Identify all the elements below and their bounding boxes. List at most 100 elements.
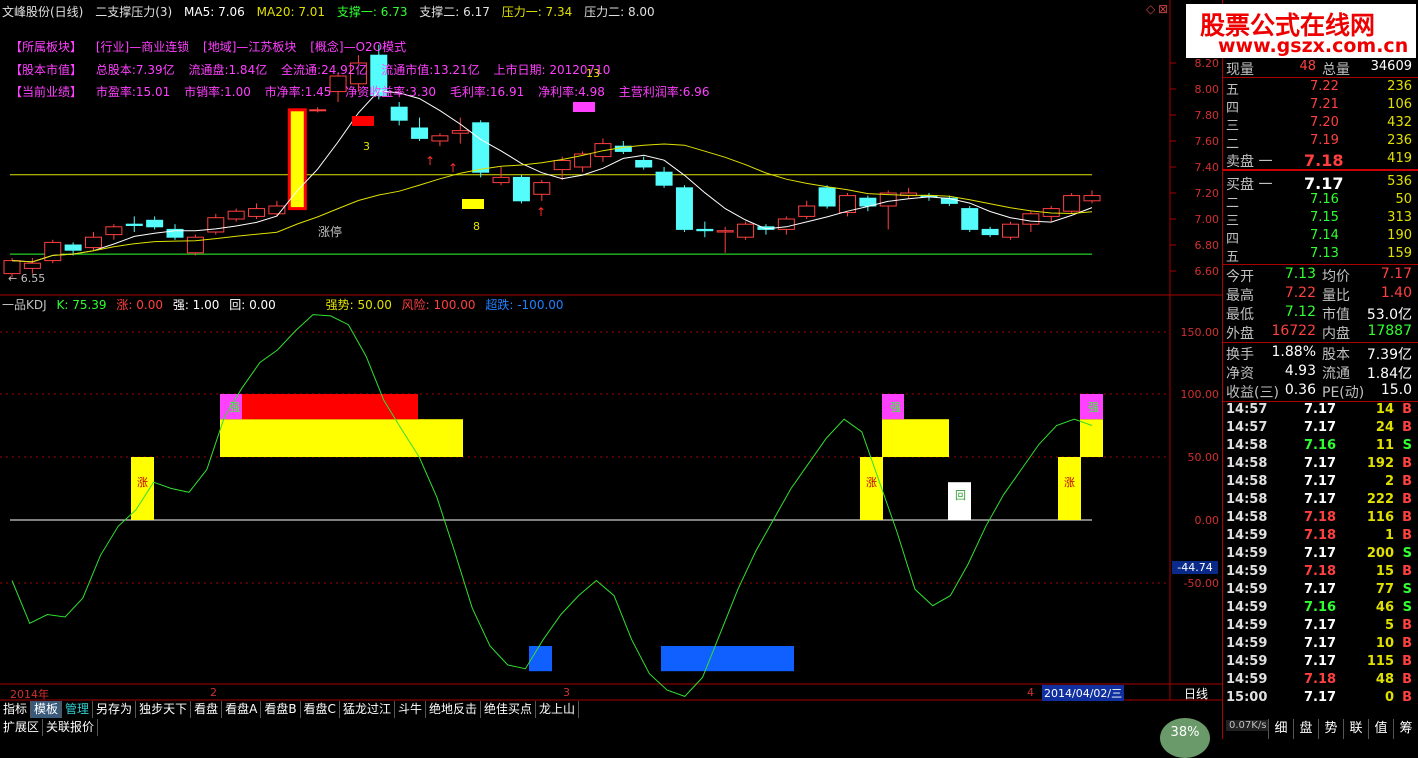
candle-body (411, 127, 429, 139)
chart-area[interactable]: ↑ ↑ ↑ 文峰股份(日线) 二支撑压力(3) MA5: 7.06 MA20: 7.… (0, 0, 1222, 739)
tick-row[interactable]: 14:57 7.17 24 B (1224, 420, 1416, 438)
stats-row: 外盘 16722 内盘 17887 (1224, 323, 1416, 342)
kdj-axis-label: 150.00 (1180, 326, 1220, 339)
kdj-fengxian: 风险: 100.00 (401, 298, 476, 312)
candle-body (737, 223, 755, 238)
tick-row[interactable]: 14:59 7.17 200 S (1224, 546, 1416, 564)
tick-row[interactable]: 14:57 7.17 14 B (1224, 402, 1416, 420)
tick-row[interactable]: 14:59 7.17 10 B (1224, 636, 1416, 654)
tick-time: 14:58 (1226, 438, 1268, 453)
stat-value: 7.12 (1284, 304, 1316, 320)
fund-row: 换手 1.88% 股本 7.39亿 (1224, 344, 1416, 363)
tick-row[interactable]: 14:59 7.18 15 B (1224, 564, 1416, 582)
percent-indicator: 38% (1160, 718, 1210, 758)
kdj-strong-bar (882, 419, 949, 457)
candle-body (818, 187, 836, 207)
tick-price: 7.17 (1304, 690, 1337, 705)
tab-order[interactable]: 盘 (1293, 719, 1318, 739)
tab-chips[interactable]: 筹 (1393, 719, 1418, 739)
tick-row[interactable]: 14:59 7.17 77 S (1224, 582, 1416, 600)
order-price: 7.13 (1310, 246, 1339, 261)
toolbar-button-template-item[interactable]: 独步天下 (136, 701, 192, 718)
tick-volume: 115 (1366, 654, 1394, 669)
tick-time: 14:58 (1226, 492, 1268, 507)
candle-body (309, 109, 327, 112)
toolbar-button-template-item[interactable]: 看盘A (222, 701, 262, 718)
kdj-axis-label: 0.00 (1194, 514, 1220, 527)
order-price: 7.22 (1310, 79, 1339, 94)
info-text: 净资收益率:3.30 (345, 85, 437, 99)
info-row-performance: 【当前业绩】 市盈率:15.01 市销率:1.00 市净率:1.45 净资收益率… (10, 83, 719, 100)
kdj-strong-bar (220, 419, 463, 457)
order-label: 五 (1226, 250, 1240, 265)
toolbar-button-template-item[interactable]: 斗牛 (394, 701, 426, 718)
tick-row[interactable]: 14:59 7.18 48 B (1224, 672, 1416, 690)
count-label-8: 8 (473, 220, 480, 233)
tick-row[interactable]: 14:58 7.18 116 B (1224, 510, 1416, 528)
toolbar-button-template-item[interactable]: 绝地反击 (425, 701, 481, 718)
tab-value[interactable]: 值 (1368, 719, 1393, 739)
zongliang-value: 34609 (1370, 59, 1412, 74)
date-axis-month: 3 (563, 686, 570, 699)
ma5-value: MA5: 7.06 (184, 5, 245, 19)
tick-price: 7.17 (1304, 546, 1337, 561)
tick-row[interactable]: 14:58 7.16 11 S (1224, 438, 1416, 456)
zongliang-label: 总量 (1322, 62, 1350, 78)
window-close-icon[interactable]: ⊠ (1158, 2, 1168, 16)
xianliang-value: 48 (1299, 59, 1316, 74)
price-and-kdj-chart[interactable]: ↑ ↑ ↑ (0, 0, 1222, 739)
pressure1-value: 压力一: 7.34 (501, 5, 573, 19)
tick-row[interactable]: 14:59 7.17 5 B (1224, 618, 1416, 636)
tick-row[interactable]: 14:58 7.17 192 B (1224, 456, 1416, 474)
kdj-zhang-marker: 涨 (1064, 476, 1075, 489)
fund-label: 净资 (1226, 366, 1254, 382)
tick-row[interactable]: 15:00 7.17 0 B (1224, 690, 1416, 708)
fund-label: PE(动) (1322, 385, 1365, 401)
up-arrow-icon: ↑ (448, 161, 458, 175)
tick-side: B (1402, 654, 1412, 669)
tick-row[interactable]: 14:58 7.17 2 B (1224, 474, 1416, 492)
stat-value: 53.0亿 (1366, 307, 1412, 323)
order-label: 买盘 一 (1226, 177, 1273, 193)
tick-volume: 0 (1384, 690, 1394, 705)
order-label: 四 (1226, 232, 1240, 247)
tick-row[interactable]: 14:59 7.18 1 B (1224, 528, 1416, 546)
window-diamond-icon[interactable]: ◇ (1146, 2, 1155, 16)
cursor-date: 2014/04/02/三 (1042, 685, 1125, 701)
price-axis-label: 8.00 (1194, 83, 1220, 96)
sell-order-row: 三 7.20 432 (1224, 115, 1416, 134)
toolbar-button-template-item[interactable]: 看盘C (300, 701, 340, 718)
order-price: 7.20 (1310, 115, 1339, 130)
tick-price: 7.17 (1304, 618, 1337, 633)
toolbar-button-template[interactable]: 模板 (31, 701, 63, 718)
tick-time: 14:59 (1226, 528, 1268, 543)
toolbar-button-save-as[interactable]: 另存为 (93, 701, 137, 718)
period-label[interactable]: 日线 (1184, 685, 1208, 702)
fund-value: 1.84亿 (1366, 366, 1412, 382)
tab-related[interactable]: 联 (1343, 719, 1368, 739)
tick-row[interactable]: 14:58 7.17 222 B (1224, 492, 1416, 510)
tab-trend[interactable]: 势 (1318, 719, 1343, 739)
toolbar-button-template-item[interactable]: 猛龙过江 (339, 701, 395, 718)
stat-value: 7.22 (1284, 285, 1316, 301)
tick-row[interactable]: 14:59 7.16 46 S (1224, 600, 1416, 618)
indicator-name: 二支撑压力(3) (95, 5, 173, 19)
toolbar-button-template-item[interactable]: 看盘 (191, 701, 223, 718)
extension-toolbar: 扩展区 关联报价 (0, 719, 99, 736)
tick-side: B (1402, 690, 1412, 705)
logo-url: www.gszx.com.cn (1218, 35, 1409, 57)
toolbar-button-template-item[interactable]: 龙上山 (536, 701, 580, 718)
fund-row: 净资 4.93 流通 1.84亿 (1224, 363, 1416, 382)
kdj-risk-bar (242, 394, 418, 420)
toolbar-button-indicator[interactable]: 指标 (0, 701, 32, 718)
tick-row[interactable]: 14:59 7.17 115 B (1224, 654, 1416, 672)
tick-time: 14:59 (1226, 618, 1268, 633)
toolbar-button-template-item[interactable]: 绝佳买点 (480, 701, 536, 718)
tick-side: B (1402, 672, 1412, 687)
tab-detail[interactable]: 细 (1268, 719, 1293, 739)
toolbar-button-template-item[interactable]: 看盘B (261, 701, 301, 718)
related-quote-button[interactable]: 关联报价 (43, 719, 99, 736)
ma20-value: MA20: 7.01 (256, 5, 326, 19)
extension-area-button[interactable]: 扩展区 (0, 719, 44, 736)
toolbar-button-manage[interactable]: 管理 (62, 701, 94, 718)
